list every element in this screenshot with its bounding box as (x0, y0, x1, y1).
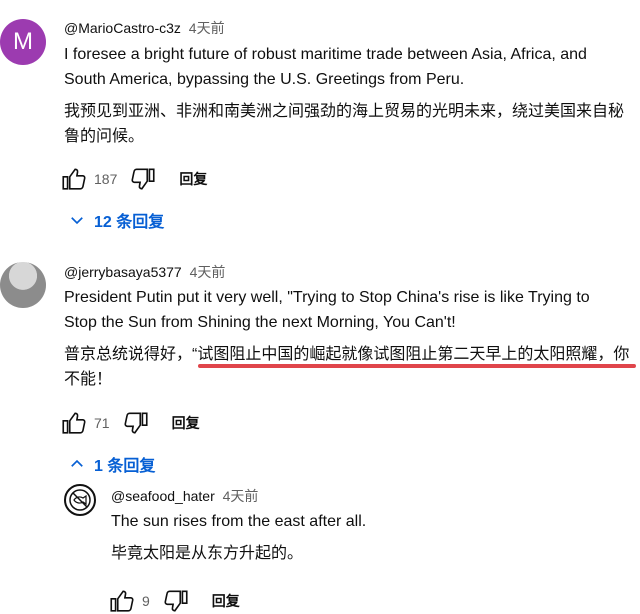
comment-meta: @jerrybasaya5377 4天前 (64, 262, 225, 282)
dislike-icon[interactable] (124, 410, 150, 436)
replies-toggle[interactable]: 1 条回复 (68, 452, 155, 476)
chevron-down-icon (68, 211, 86, 229)
comment-meta: @MarioCastro-c3z 4天前 (64, 18, 225, 38)
highlight-underline (198, 364, 636, 368)
author-handle[interactable]: @seafood_hater (111, 488, 215, 504)
author-handle[interactable]: @MarioCastro-c3z (64, 20, 181, 36)
comment-actions: 9 回复 (108, 588, 240, 614)
comment-translation: 毕竟太阳是从东方升起的。 (111, 545, 304, 562)
author-handle[interactable]: @jerrybasaya5377 (64, 264, 182, 280)
timestamp[interactable]: 4天前 (189, 20, 225, 36)
like-icon[interactable] (60, 166, 86, 192)
comment-text: President Putin put it very well, "Tryin… (64, 289, 590, 331)
replies-count: 1 条回复 (94, 458, 156, 475)
reply-button[interactable]: 回复 (179, 169, 207, 189)
comment-text: I foresee a bright future of robust mari… (64, 46, 587, 88)
replies-toggle[interactable]: 12 条回复 (68, 208, 164, 232)
comment-text: The sun rises from the east after all. (111, 513, 367, 530)
dislike-icon[interactable] (131, 166, 157, 192)
comment-translation: 我预见到亚洲、非洲和南美洲之间强劲的海上贸易的光明未来，绕过美国来自秘鲁的问候。 (64, 103, 625, 145)
chevron-up-icon (68, 455, 86, 473)
dislike-icon[interactable] (164, 588, 190, 614)
comment-actions: 187 回复 (60, 166, 207, 192)
like-count: 71 (94, 415, 110, 431)
reply-button[interactable]: 回复 (172, 413, 200, 433)
comment-actions: 71 回复 (60, 410, 200, 436)
like-icon[interactable] (60, 410, 86, 436)
reply-button[interactable]: 回复 (212, 591, 240, 611)
like-count: 9 (142, 593, 150, 609)
like-count: 187 (94, 171, 118, 187)
timestamp[interactable]: 4天前 (223, 488, 259, 504)
avatar[interactable] (0, 262, 46, 308)
no-fish-icon (69, 489, 91, 511)
comment-meta: @seafood_hater 4天前 (111, 486, 258, 506)
replies-count: 12 条回复 (94, 214, 165, 231)
avatar[interactable] (64, 484, 96, 516)
timestamp[interactable]: 4天前 (190, 264, 226, 280)
like-icon[interactable] (108, 588, 134, 614)
avatar[interactable]: M (0, 19, 46, 65)
